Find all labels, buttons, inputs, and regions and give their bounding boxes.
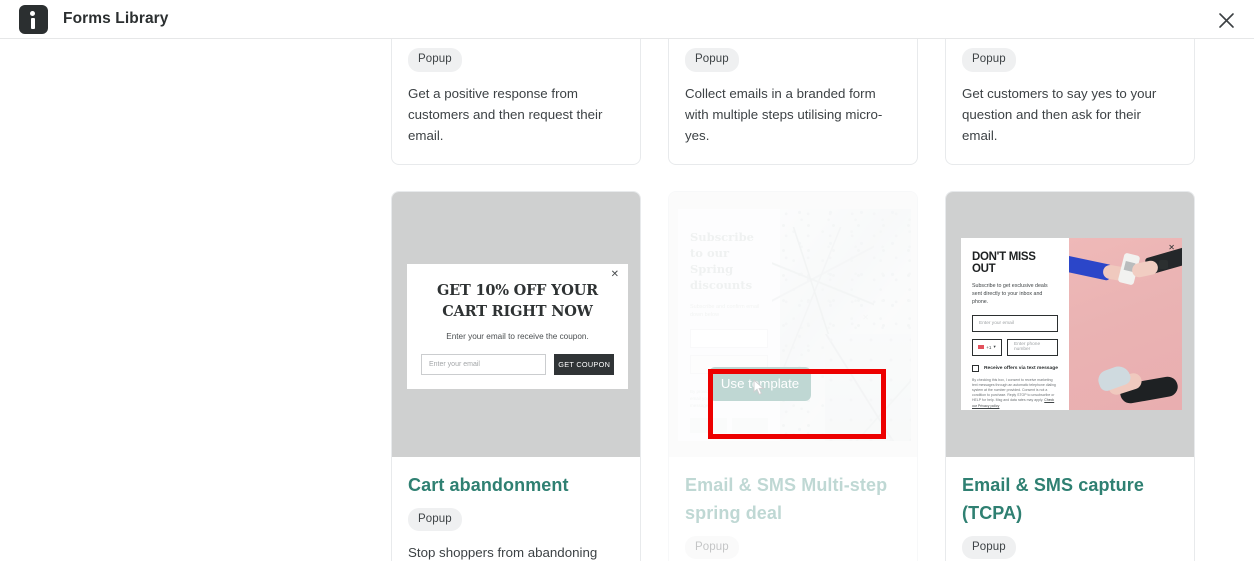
close-icon: ✕	[862, 312, 869, 322]
template-card-cart-abandonment[interactable]: ✕ GET 10% OFF YOUR CART RIGHT NOW Enter …	[391, 190, 641, 561]
chevron-down-icon: ▾	[993, 344, 996, 349]
template-preview-cart-abandonment: ✕ GET 10% OFF YOUR CART RIGHT NOW Enter …	[392, 191, 640, 457]
card-description: Collect emails in a branded form with mu…	[685, 85, 883, 143]
use-template-button[interactable]: Use template	[709, 366, 811, 401]
template-card-spring-deal[interactable]: Subscribe to our Spring discounts Subscr…	[668, 190, 918, 561]
popup-mock-spring-deal: Subscribe to our Spring discounts Subscr…	[678, 208, 911, 441]
card-description: Stop shoppers from abandoning their cart…	[408, 545, 598, 560]
template-preview-spring-deal: Subscribe to our Spring discounts Subscr…	[669, 191, 917, 457]
template-row-bottom: ✕ GET 10% OFF YOUR CART RIGHT NOW Enter …	[391, 190, 1221, 561]
card-body: Email & SMS Multi-step spring deal Popup…	[669, 457, 917, 561]
status-badge: Popup	[408, 48, 462, 72]
template-preview-tcpa-capture: DON'T MISS OUT Subscribe to get exclusiv…	[946, 191, 1194, 457]
app-header: Forms Library	[0, 0, 1254, 39]
popup-mock-tcpa: DON'T MISS OUT Subscribe to get exclusiv…	[961, 237, 1182, 410]
popup-subtext: Subscribe and confirm email down below	[690, 303, 760, 318]
phone-row: +1 ▾ Enter phone number	[972, 338, 1058, 356]
card-description: Get a positive response from customers a…	[408, 85, 603, 143]
popup-subtext: Subscribe to get exclusive deals sent di…	[972, 282, 1048, 305]
consent-checkbox-row: Receive offers via text message	[972, 364, 1058, 372]
status-badge: Popup	[685, 535, 739, 559]
template-row-top: Popup Get a positive response from custo…	[391, 39, 1221, 165]
email-field	[690, 328, 768, 348]
popup-image-blossom	[772, 208, 911, 441]
checkbox-icon	[972, 364, 979, 372]
popup-form: Enter your email GET COUPON	[421, 353, 614, 375]
close-icon[interactable]	[1214, 8, 1238, 32]
card-description: Get customers to say yes to your questio…	[962, 85, 1157, 143]
popup-heading: GET 10% OFF YOUR CART RIGHT NOW	[436, 281, 599, 320]
popup-left-column: DON'T MISS OUT Subscribe to get exclusiv…	[961, 238, 1069, 410]
status-badge: Popup	[962, 535, 1016, 559]
use-template-overlay: Use template	[709, 366, 811, 401]
popup-heading: DON'T MISS OUT	[972, 250, 1036, 275]
card-body: Email & SMS capture (TCPA) Popup Collect…	[946, 457, 1194, 561]
page-title: Forms Library	[63, 10, 169, 27]
popup-left-column: Subscribe to our Spring discounts Subscr…	[678, 209, 780, 441]
forms-library-logo-icon	[19, 4, 48, 34]
consent-label: Receive offers via text message	[984, 365, 1058, 371]
popup-image-sneakers	[1069, 237, 1182, 410]
status-badge: Popup	[685, 48, 739, 72]
phone-field: Enter phone number	[1007, 338, 1058, 356]
flag-icon	[978, 345, 985, 349]
card-title: Email & SMS capture (TCPA)	[962, 474, 1144, 523]
popup-mock-cart-abandonment: ✕ GET 10% OFF YOUR CART RIGHT NOW Enter …	[407, 263, 628, 389]
card-title: Cart abandonment	[408, 474, 569, 495]
get-coupon-button: GET COUPON	[554, 353, 614, 375]
popup-button-row	[690, 417, 768, 433]
popup-subtext: Enter your email to receive the coupon.	[446, 331, 589, 341]
card-title: Email & SMS Multi-step spring deal	[685, 474, 888, 523]
template-card-branded-multistep[interactable]: Popup Collect emails in a branded form w…	[668, 39, 918, 165]
popup-fine-print: By checking this box, I consent to recei…	[972, 377, 1056, 408]
template-grid: Popup Get a positive response from custo…	[391, 39, 1221, 561]
template-card-tcpa-capture[interactable]: DON'T MISS OUT Subscribe to get exclusiv…	[945, 190, 1195, 561]
close-icon: ✕	[610, 268, 619, 280]
close-icon: ✕	[1168, 242, 1175, 252]
template-card-positive-response[interactable]: Popup Get a positive response from custo…	[391, 39, 641, 165]
status-badge: Popup	[408, 507, 462, 531]
email-field: Enter your email	[972, 314, 1058, 332]
country-code-select: +1 ▾	[972, 338, 1002, 356]
email-field: Enter your email	[421, 353, 547, 375]
card-body: Cart abandonment Popup Stop shoppers fro…	[392, 457, 640, 561]
popup-heading: Subscribe to our Spring discounts	[690, 229, 754, 292]
image-watch	[1159, 259, 1168, 269]
template-card-micro-yes[interactable]: Popup Get customers to say yes to your q…	[945, 39, 1195, 165]
templates-scroll-area[interactable]: Popup Get a positive response from custo…	[0, 39, 1254, 561]
status-badge: Popup	[962, 48, 1016, 72]
